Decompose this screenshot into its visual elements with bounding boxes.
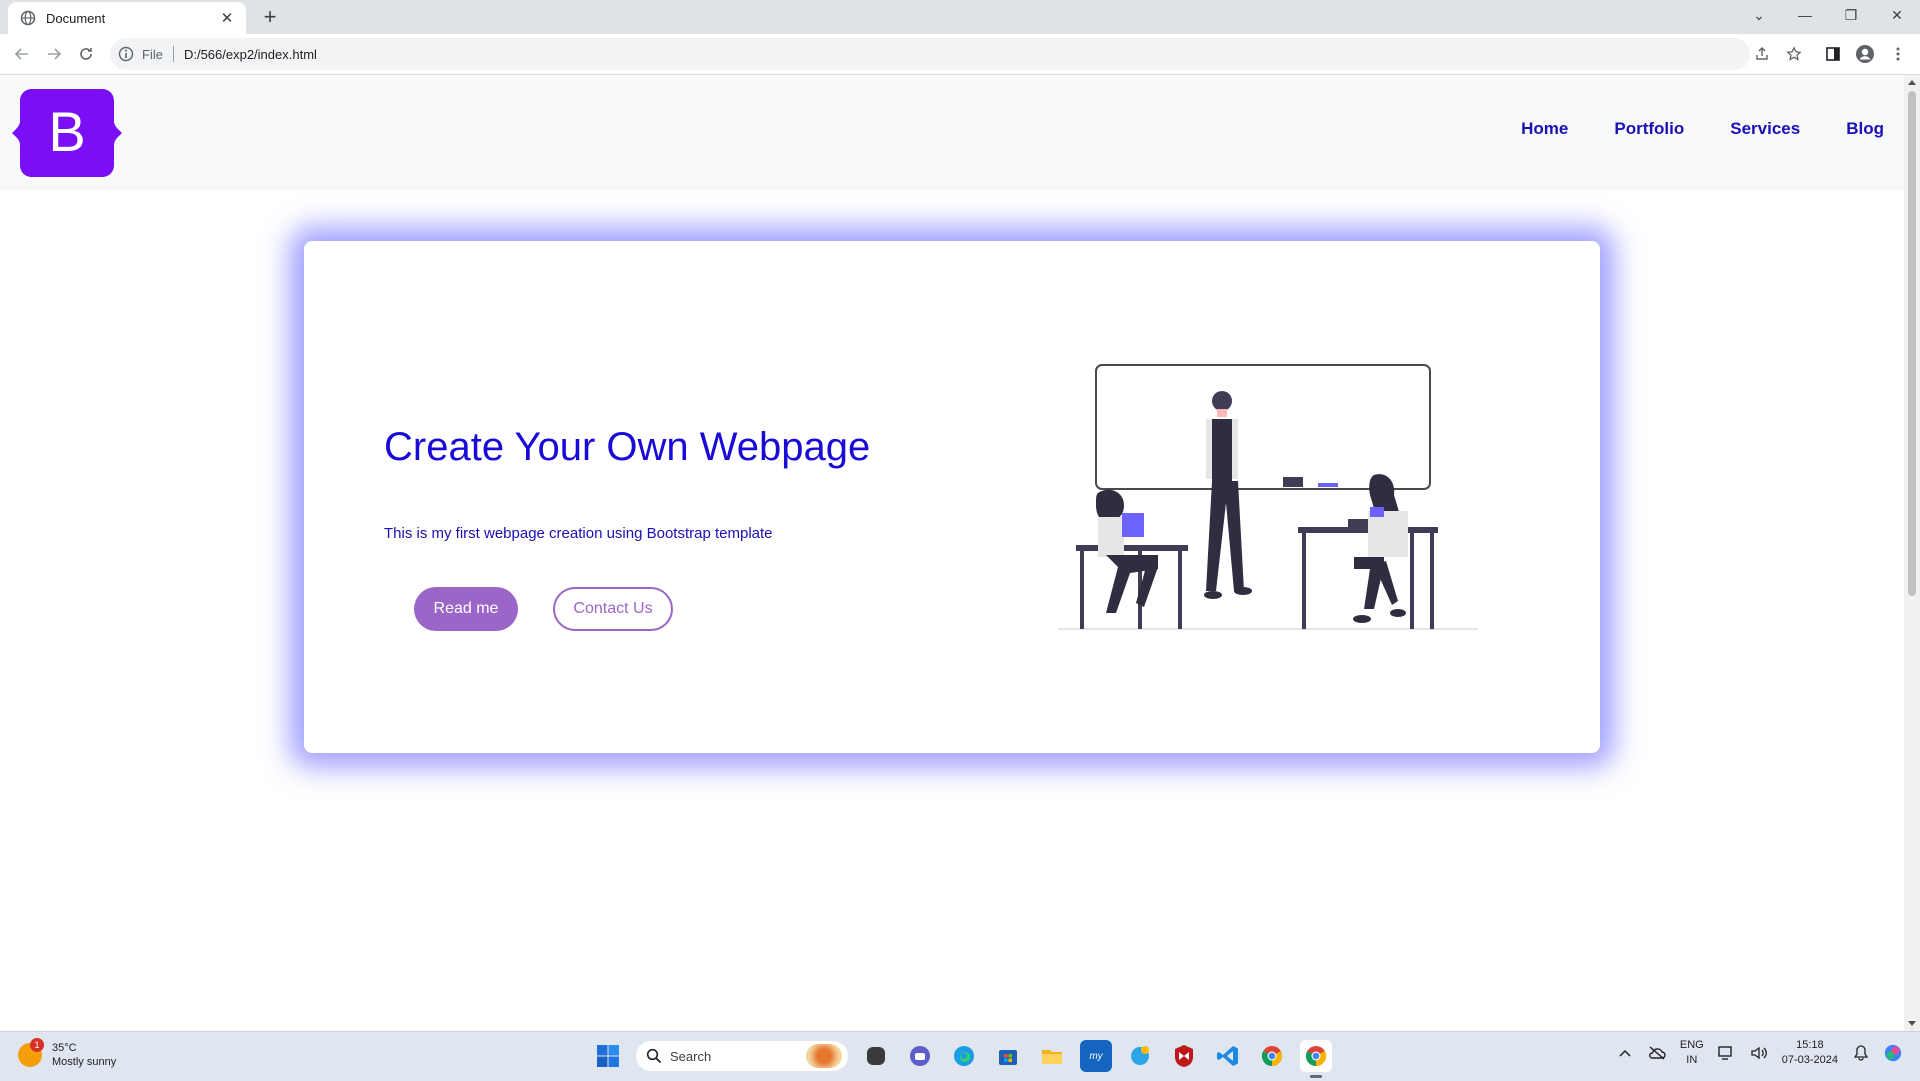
- hero-subtitle: This is my first webpage creation using …: [384, 525, 773, 542]
- mail-app-icon[interactable]: my: [1080, 1040, 1112, 1072]
- divider: [172, 46, 174, 62]
- minimize-button[interactable]: —: [1782, 0, 1828, 30]
- nav-link-services[interactable]: Services: [1730, 119, 1800, 139]
- hero-title: Create Your Own Webpage: [384, 425, 871, 469]
- sun-icon: 1: [18, 1038, 44, 1067]
- weather-temp: 35°C: [52, 1042, 77, 1054]
- close-window-button[interactable]: ✕: [1874, 0, 1920, 30]
- clock-date: 07-03-2024: [1781, 1054, 1838, 1066]
- team-meeting-illustration: [1058, 364, 1478, 630]
- region-code: IN: [1686, 1054, 1698, 1066]
- tab-title: Document: [46, 10, 106, 26]
- read-me-button[interactable]: Read me: [414, 587, 518, 631]
- brand-letter: B: [48, 100, 85, 163]
- hero-card: Create Your Own Webpage This is my first…: [304, 241, 1600, 753]
- profile-avatar-icon[interactable]: [1853, 42, 1877, 66]
- search-icon: [646, 1048, 662, 1064]
- notification-bell-icon[interactable]: [1852, 1044, 1870, 1062]
- contact-us-button[interactable]: Contact Us: [553, 587, 673, 631]
- url-text: D:/566/exp2/index.html: [183, 46, 317, 62]
- page-viewport: B Home Portfolio Services Blog Create Yo…: [0, 75, 1904, 1031]
- search-highlight-icon: [806, 1044, 842, 1068]
- restore-button[interactable]: ❐: [1828, 0, 1874, 30]
- reload-icon[interactable]: [74, 42, 98, 66]
- nav-link-blog[interactable]: Blog: [1846, 119, 1884, 139]
- page-scrollbar[interactable]: [1904, 75, 1920, 1031]
- browser-toolbar: File D:/566/exp2/index.html: [0, 34, 1920, 75]
- tab-search-icon[interactable]: ⌄: [1736, 0, 1782, 30]
- language-code: ENG: [1679, 1039, 1704, 1051]
- back-icon[interactable]: [10, 42, 34, 66]
- scrollbar-thumb[interactable]: [1908, 91, 1916, 596]
- chrome-icon[interactable]: [1256, 1040, 1288, 1072]
- task-view-icon[interactable]: [867, 1047, 885, 1065]
- side-panel-icon[interactable]: [1821, 42, 1845, 66]
- chrome-active-icon[interactable]: [1300, 1040, 1332, 1078]
- forward-icon[interactable]: [42, 42, 66, 66]
- scheme-label: File: [142, 46, 163, 62]
- bookmark-star-icon[interactable]: [1782, 42, 1806, 66]
- scroll-up-arrow-icon[interactable]: [1908, 80, 1916, 85]
- teams-chat-icon[interactable]: [904, 1040, 936, 1072]
- taskbar-apps: Search my: [592, 1040, 1332, 1078]
- network-icon[interactable]: [1718, 1044, 1736, 1062]
- folder-icon[interactable]: [1036, 1040, 1068, 1072]
- windows-taskbar: 1 35°C Mostly sunny Search my ENG IN 15:…: [0, 1031, 1920, 1081]
- volume-icon[interactable]: [1750, 1044, 1768, 1062]
- store-icon[interactable]: [992, 1040, 1024, 1072]
- clock-time: 15:18: [1796, 1039, 1824, 1051]
- browser-tab-strip: Document ✕ + ⌄ — ❐ ✕: [0, 0, 1920, 34]
- system-tray: ENG IN 15:18 07-03-2024: [1616, 1038, 1902, 1068]
- weather-widget[interactable]: 1 35°C Mostly sunny: [18, 1038, 117, 1069]
- weather-desc: Mostly sunny: [52, 1056, 117, 1068]
- weather-app-icon[interactable]: [1124, 1040, 1156, 1072]
- menu-kebab-icon[interactable]: [1886, 42, 1910, 66]
- scroll-down-arrow-icon[interactable]: [1908, 1021, 1916, 1026]
- clock[interactable]: 15:18 07-03-2024: [1782, 1038, 1838, 1068]
- taskbar-search[interactable]: Search: [636, 1041, 848, 1071]
- language-indicator[interactable]: ENG IN: [1680, 1038, 1704, 1068]
- globe-icon: [20, 10, 36, 26]
- notification-badge: 1: [30, 1038, 44, 1052]
- nav-links: Home Portfolio Services Blog: [1521, 119, 1884, 139]
- new-tab-button[interactable]: +: [258, 4, 282, 29]
- address-bar[interactable]: File D:/566/exp2/index.html: [110, 38, 1750, 70]
- copilot-icon[interactable]: [1884, 1044, 1902, 1062]
- nav-link-home[interactable]: Home: [1521, 119, 1568, 139]
- cloud-off-icon[interactable]: [1648, 1044, 1666, 1062]
- edge-icon[interactable]: [948, 1040, 980, 1072]
- bootstrap-logo[interactable]: B: [12, 89, 122, 177]
- search-label: Search: [670, 1048, 712, 1064]
- share-icon[interactable]: [1750, 42, 1774, 66]
- window-controls: ⌄ — ❐ ✕: [1736, 0, 1920, 30]
- mcafee-icon[interactable]: [1168, 1040, 1200, 1072]
- browser-tab[interactable]: Document ✕: [8, 2, 246, 34]
- close-tab-icon[interactable]: ✕: [216, 7, 238, 29]
- windows-start-icon[interactable]: [592, 1040, 624, 1072]
- vscode-icon[interactable]: [1212, 1040, 1244, 1072]
- nav-link-portfolio[interactable]: Portfolio: [1614, 119, 1684, 139]
- chevron-up-icon[interactable]: [1616, 1044, 1634, 1062]
- site-navbar: B Home Portfolio Services Blog: [0, 75, 1904, 191]
- info-icon[interactable]: [118, 46, 134, 62]
